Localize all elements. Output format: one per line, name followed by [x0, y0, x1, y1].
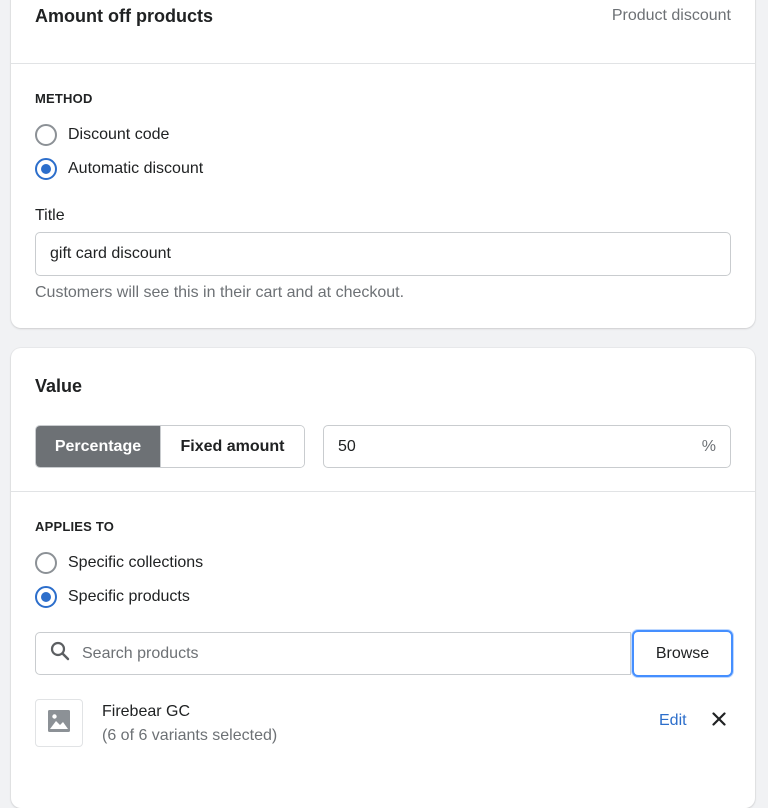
browse-button[interactable]: Browse	[632, 630, 733, 677]
discount-value: 50	[338, 437, 356, 455]
radio-button-checked[interactable]	[35, 586, 57, 608]
discount-type-label: Product discount	[611, 7, 731, 24]
search-products-input[interactable]: Search products	[35, 632, 631, 675]
method-section-label: METHOD	[35, 91, 93, 106]
radio-automatic-discount[interactable]: Automatic discount	[35, 157, 203, 181]
radio-label: Specific products	[68, 588, 190, 605]
title-input-value: gift card discount	[50, 245, 171, 262]
card-title: Value	[35, 376, 83, 396]
title-input[interactable]: gift card discount	[35, 232, 731, 276]
product-thumbnail	[35, 699, 83, 747]
search-placeholder: Search products	[82, 644, 199, 662]
title-field-label: Title	[35, 207, 65, 224]
radio-label: Automatic discount	[68, 160, 204, 177]
card-header: Amount off products Product discount	[11, 0, 755, 64]
radio-button-checked[interactable]	[35, 158, 57, 180]
discount-value-input[interactable]: 50 %	[323, 425, 731, 468]
card-title: Amount off products	[35, 6, 213, 26]
value-card: Value Percentage Fixed amount 50 % APPLI…	[11, 348, 755, 808]
fixed-amount-button[interactable]: Fixed amount	[160, 426, 304, 467]
percent-suffix: %	[701, 437, 716, 455]
edit-product-link[interactable]: Edit	[659, 712, 687, 730]
title-help-text: Customers will see this in their cart an…	[35, 284, 405, 301]
radio-specific-products[interactable]: Specific products	[35, 585, 190, 609]
divider	[11, 491, 755, 492]
search-icon	[50, 641, 70, 666]
image-placeholder-icon	[48, 709, 70, 737]
radio-label: Discount code	[68, 126, 170, 143]
method-card: Amount off products Product discount MET…	[11, 0, 755, 328]
radio-button[interactable]	[35, 552, 57, 574]
applies-to-section-label: APPLIES TO	[35, 519, 115, 534]
radio-label: Specific collections	[68, 554, 204, 571]
radio-discount-code[interactable]: Discount code	[35, 123, 169, 147]
close-icon	[712, 711, 726, 731]
radio-button[interactable]	[35, 124, 57, 146]
value-type-segmented-control: Percentage Fixed amount	[35, 425, 305, 468]
remove-product-button[interactable]	[708, 710, 730, 732]
radio-specific-collections[interactable]: Specific collections	[35, 551, 203, 575]
percentage-button[interactable]: Percentage	[36, 426, 160, 467]
product-name: Firebear GC	[102, 703, 191, 720]
product-variants-count: (6 of 6 variants selected)	[102, 727, 278, 744]
